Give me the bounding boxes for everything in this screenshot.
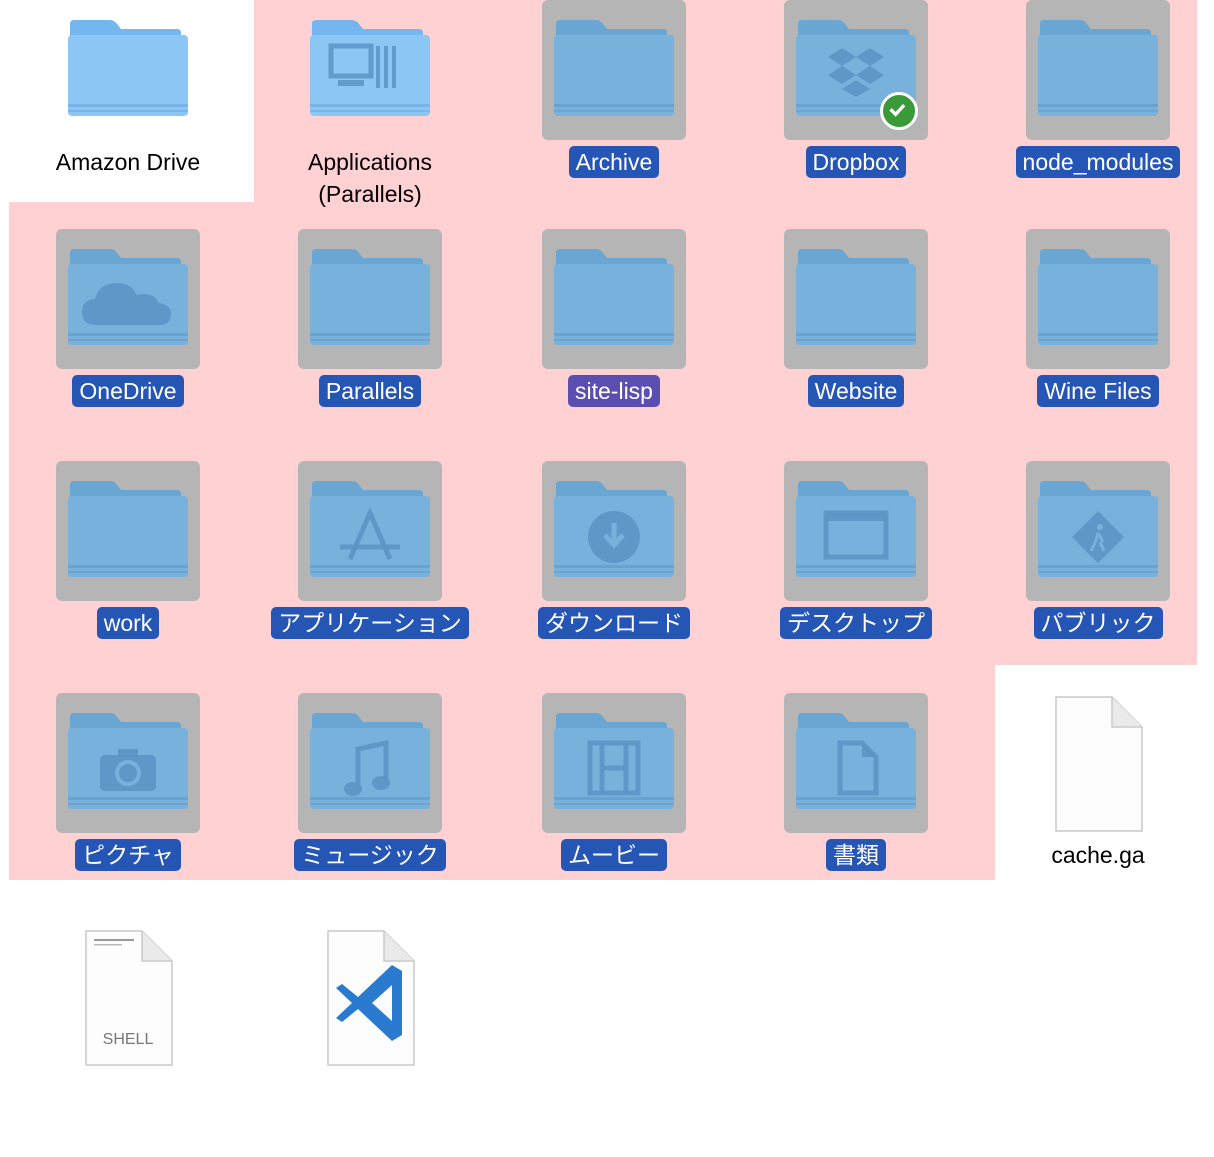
applications-folder-icon	[298, 461, 442, 601]
plain-folder-icon	[298, 229, 442, 369]
synced-check-icon	[880, 92, 918, 130]
item-name-label[interactable]: Parallels	[318, 375, 422, 407]
parallels-apps-folder-icon	[298, 0, 442, 140]
item-name-label[interactable]: Applications (Parallels)	[301, 146, 439, 210]
item-name-label[interactable]: Amazon Drive	[49, 146, 207, 178]
folder-item[interactable]: Website	[756, 229, 956, 459]
item-name-label[interactable]: ピクチャ	[75, 839, 181, 871]
folder-item[interactable]: Parallels	[270, 229, 470, 459]
folder-item[interactable]: ミュージック	[270, 693, 470, 923]
plain-folder-icon	[542, 0, 686, 140]
plain-folder-icon	[1026, 229, 1170, 369]
folder-item[interactable]: アプリケーション	[270, 461, 470, 691]
folder-item[interactable]: デスクトップ	[756, 461, 956, 691]
plain-folder-icon	[1026, 0, 1170, 140]
public-folder-icon	[1026, 461, 1170, 601]
item-name-label[interactable]: site-lisp	[568, 375, 660, 407]
item-name-label[interactable]: OneDrive	[72, 375, 184, 407]
folder-item[interactable]: ピクチャ	[28, 693, 228, 923]
folder-item[interactable]: site-lisp	[514, 229, 714, 459]
finder-icon-view[interactable]: Amazon Drive Applications (Parallels) Ar…	[0, 0, 1214, 1066]
item-name-label[interactable]: node_modules	[1015, 146, 1181, 178]
onedrive-folder-icon	[56, 229, 200, 369]
item-name-label[interactable]: 書類	[826, 839, 886, 871]
plain-folder-icon	[56, 0, 200, 140]
item-name-label[interactable]: Wine Files	[1037, 375, 1159, 407]
folder-item[interactable]: ムービー	[514, 693, 714, 923]
item-name-label[interactable]: アプリケーション	[271, 607, 469, 639]
documents-folder-icon	[784, 693, 928, 833]
item-name-label[interactable]: デスクトップ	[780, 607, 932, 639]
item-name-label[interactable]: パブリック	[1033, 607, 1163, 639]
folder-item[interactable]: パブリック	[998, 461, 1198, 691]
item-name-label[interactable]: work	[96, 607, 160, 639]
file-item[interactable]: SHELL	[28, 927, 228, 1157]
folder-item[interactable]: ダウンロード	[514, 461, 714, 691]
folder-item[interactable]: Dropbox	[756, 0, 956, 230]
plain-folder-icon	[56, 461, 200, 601]
desktop-folder-icon	[784, 461, 928, 601]
movies-folder-icon	[542, 693, 686, 833]
file-type-caption: SHELL	[102, 1031, 154, 1048]
item-name-label[interactable]: cache.ga	[1044, 839, 1151, 871]
file-item[interactable]: cache.ga	[998, 693, 1198, 923]
plain-folder-icon	[784, 229, 928, 369]
item-name-label[interactable]: ミュージック	[294, 839, 446, 871]
music-folder-icon	[298, 693, 442, 833]
file-item[interactable]	[270, 927, 470, 1157]
folder-item[interactable]: Wine Files	[998, 229, 1198, 459]
folder-item[interactable]: Archive	[514, 0, 714, 230]
plain-folder-icon	[542, 229, 686, 369]
item-name-label[interactable]: ダウンロード	[538, 607, 690, 639]
folder-item[interactable]: OneDrive	[28, 229, 228, 459]
item-name-label[interactable]: Archive	[568, 146, 660, 178]
vscode-document-icon	[298, 927, 442, 1067]
folder-item[interactable]: node_modules	[998, 0, 1198, 230]
item-name-label[interactable]: Dropbox	[805, 146, 907, 178]
folder-item[interactable]: Applications (Parallels)	[270, 0, 470, 230]
blank-document-icon	[1026, 693, 1170, 833]
downloads-folder-icon	[542, 461, 686, 601]
item-name-label[interactable]: ムービー	[561, 839, 667, 871]
folder-item[interactable]: work	[28, 461, 228, 691]
folder-item[interactable]: 書類	[756, 693, 956, 923]
item-name-label[interactable]: Website	[807, 375, 905, 407]
pictures-folder-icon	[56, 693, 200, 833]
folder-item[interactable]: Amazon Drive	[28, 0, 228, 230]
